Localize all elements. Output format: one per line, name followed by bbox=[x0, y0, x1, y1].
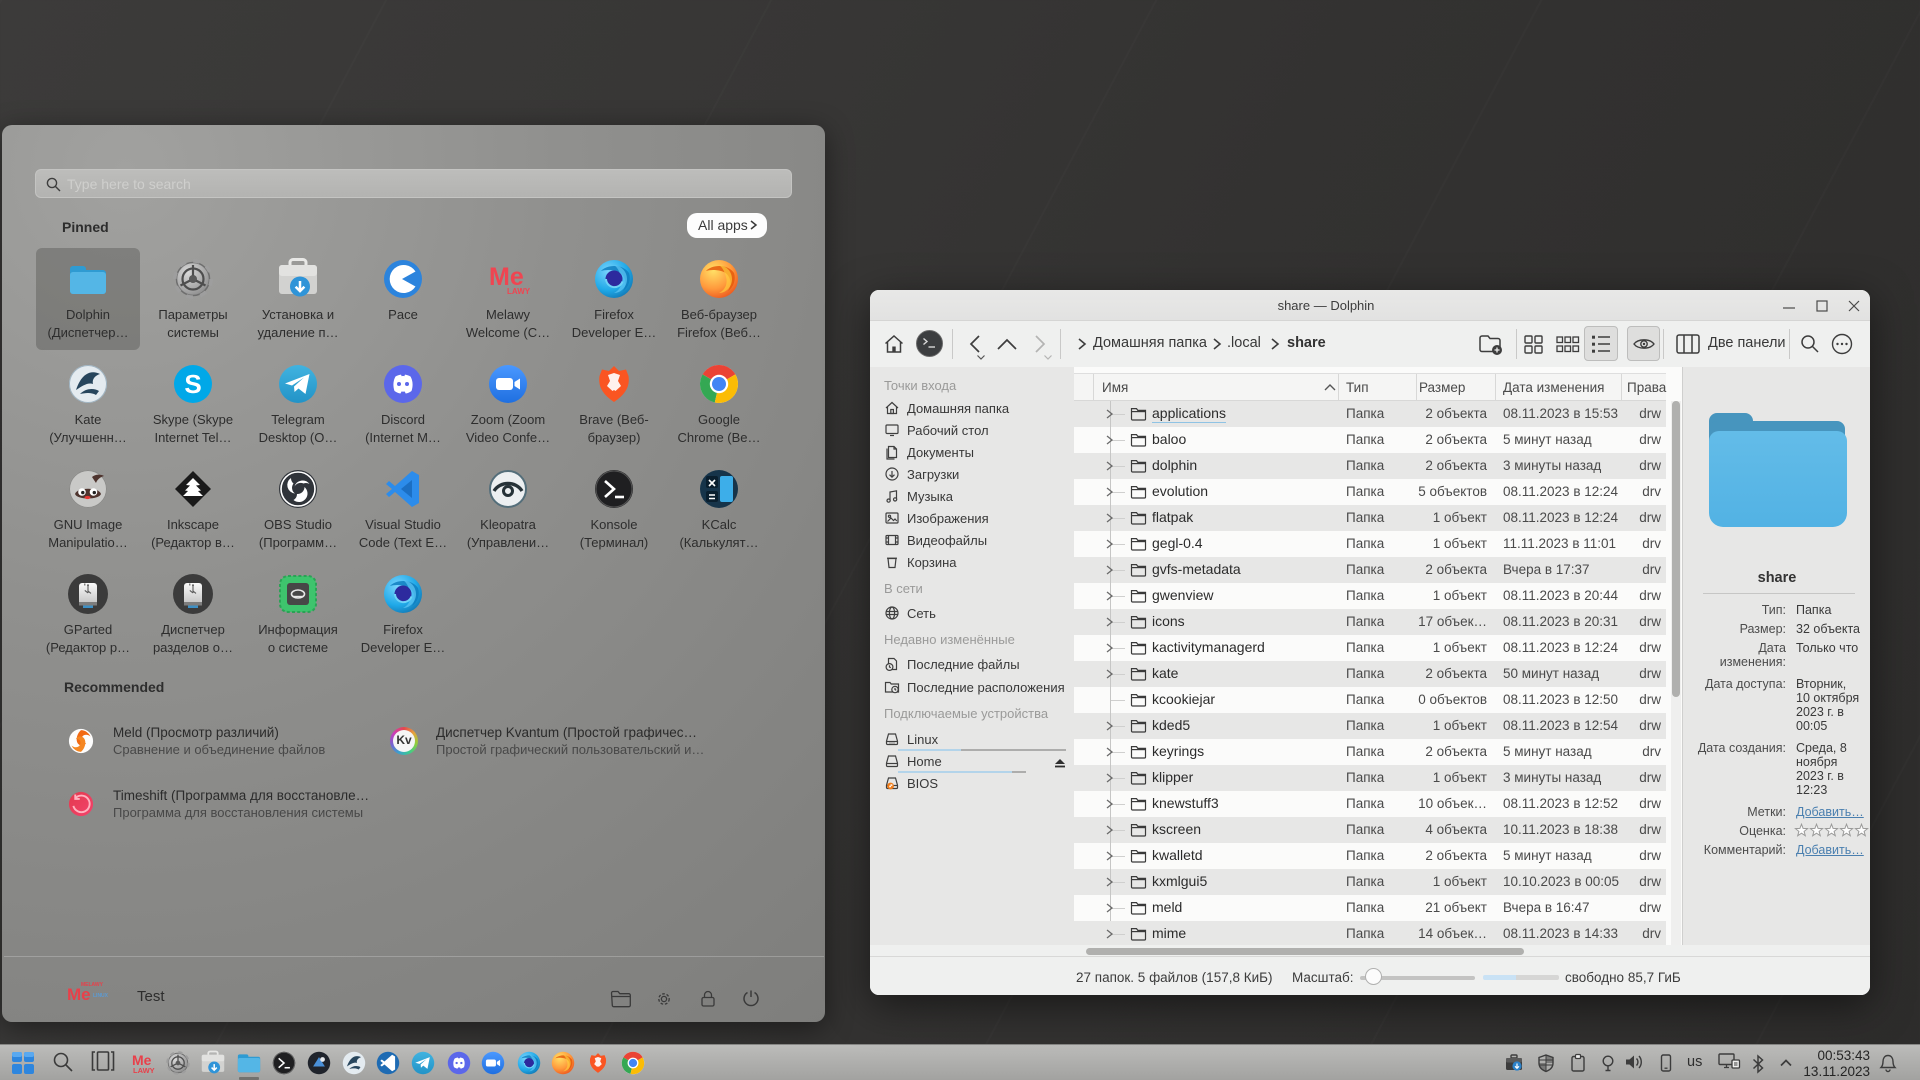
svg-text:LAWY: LAWY bbox=[507, 287, 530, 296]
svg-text:S: S bbox=[184, 369, 201, 399]
svg-text:LAWY: LAWY bbox=[133, 1066, 155, 1075]
